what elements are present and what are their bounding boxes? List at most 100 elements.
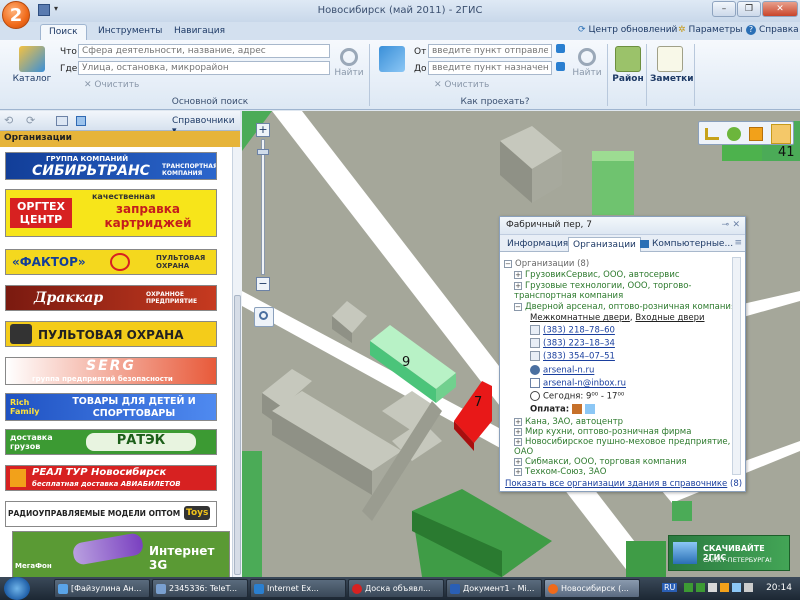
layers-icon[interactable] [749,127,763,141]
hours-row: Сегодня: 9⁰⁰ - 17⁰⁰ [530,391,624,402]
organizations-tree: − Организации (8) + ГрузовикСервис, ООО, а… [504,257,736,478]
tab-search[interactable]: Поиск [40,24,87,40]
notes-button[interactable]: Заметки [650,46,694,84]
ad-megafon[interactable]: МегаФон Интернет 3G [12,531,230,577]
clear-button[interactable]: ✕ Очистить [84,80,139,90]
zoom-handle[interactable] [257,149,269,155]
export-icon[interactable] [76,116,86,126]
route-icon-button[interactable] [376,46,408,74]
left-panel-scrollbar[interactable] [232,147,242,577]
back-icon[interactable]: ⟲ [4,114,13,127]
find-button[interactable]: Найти [334,48,364,78]
what-input[interactable] [78,44,330,58]
org-item-cont: транспортная компания [514,291,624,301]
usb-modem-icon [71,532,145,566]
map-tools [698,121,794,145]
org-item[interactable]: + Кана, ЗАО, автоцентр [514,417,623,428]
org-item[interactable]: + Грузовые технологии, ООО, торгово- [514,281,691,292]
ad-rich-family[interactable]: Rich Family ТОВАРЫ ДЛЯ ДЕТЕЙ И СПОРТТОВА… [5,393,217,421]
catalog-button[interactable]: Каталог [12,46,52,84]
zoom-slider[interactable] [261,139,265,275]
start-button[interactable] [4,577,30,600]
close-button[interactable]: ✕ [762,1,798,17]
network-icon[interactable] [732,583,741,592]
task-item[interactable]: Документ1 - Mi... [446,579,542,598]
org-item[interactable]: + ГрузовикСервис, ООО, автосервис [514,270,680,281]
category-link[interactable]: Межкомнатные двери [530,313,630,323]
factor-logo-icon [110,253,130,271]
org-item[interactable]: + Мир кухни, оптово-розничная фирма [514,427,691,438]
help-link[interactable]: ? Справка [746,25,799,35]
window-title: Новосибирск (май 2011) - 2ГИС [317,5,483,16]
close-icon[interactable]: ✕ [732,220,740,230]
print-map-icon[interactable] [771,124,791,144]
task-item[interactable]: [Файзулина Ан... [54,579,150,598]
maximize-button[interactable]: ❐ [737,1,761,17]
tab-tools[interactable]: Инструменты [90,24,170,40]
from-input[interactable] [428,44,552,58]
refresh-icon: ⟳ [578,25,586,35]
task-item-active[interactable]: Новосибирск (... [544,579,640,598]
tab-organizations[interactable]: Организации [568,237,641,252]
ad-sibirtrans[interactable]: ГРУППА КОМПАНИЙ СИБИРЬТРАНС ТРАНСПОРТНАЯ… [5,152,217,180]
where-label: Где [60,64,78,74]
task-item[interactable]: Internet Ex... [250,579,346,598]
tray-icon[interactable] [708,583,717,592]
zoom-out-button[interactable]: − [256,277,270,291]
print-icon[interactable] [56,116,68,126]
tray-icon[interactable] [720,583,729,592]
pin-icon[interactable]: ⊸ [721,220,729,230]
app-icon [58,584,68,594]
volume-icon[interactable] [744,583,753,592]
tab-computer[interactable]: Компьютерные... [636,237,737,252]
forward-icon[interactable]: ⟳ [26,114,35,127]
clock-icon [530,391,540,401]
to-input[interactable] [428,61,552,75]
pin-from-icon[interactable] [556,44,565,53]
green-zone [242,451,262,577]
opera-icon [352,584,362,594]
clock[interactable]: 20:14 [766,583,792,593]
ad-serg[interactable]: SERG группа предприятий безопасности [5,357,217,385]
tray-icon[interactable] [684,583,693,592]
popup-scrollbar[interactable] [732,257,741,475]
district-button[interactable]: Район [612,46,644,84]
task-item[interactable]: 2345336: TeleT... [152,579,248,598]
org-item[interactable]: + Техком-Союз, ЗАО [514,467,606,478]
app-logo[interactable]: 2 [2,1,30,29]
org-item[interactable]: + Новосибирское пушно-меховое предприятие… [514,437,730,448]
show-all-link[interactable]: Показать все организации здания в справо… [505,479,742,489]
district-icon [615,46,641,72]
ad-drakkar[interactable]: Драккар ОХРАННОЕ ПРЕДПРИЯТИЕ [5,285,217,311]
org-item-selected[interactable]: − Дверной арсенал, оптово-розничная компа… [514,302,736,313]
ads-list: ГРУППА КОМПАНИЙ СИБИРЬТРАНС ТРАНСПОРТНАЯ… [0,147,232,577]
route-clear-button[interactable]: ✕ Очистить [434,80,489,90]
tabs-menu-icon[interactable]: ≡ [734,238,742,248]
task-item[interactable]: Доска объявл... [348,579,444,598]
ad-real-tour[interactable]: РЕАЛ ТУР Новосибирск бесплатная доставка… [5,465,217,491]
globe-icon[interactable] [727,127,741,141]
ad-pult-ohrana[interactable]: ПУЛЬТОВАЯ ОХРАНА [5,321,217,347]
tab-navigation[interactable]: Навигация [166,24,233,40]
params-link[interactable]: ✲ Параметры [678,25,742,35]
updates-link[interactable]: ⟳ Центр обновлений [578,25,677,35]
pin-to-icon[interactable] [556,62,565,71]
promo-banner[interactable]: СКАЧИВАЙТЕ 2ГИС САНКТ-ПЕТЕРБУРГА! [668,535,790,571]
ruler-icon[interactable] [705,128,719,140]
where-input[interactable] [78,61,330,75]
ad-factor[interactable]: «ФАКТОР» ПУЛЬТОВАЯ ОХРАНА [5,249,217,275]
minimize-button[interactable]: – [712,1,736,17]
tray-icon[interactable] [696,583,705,592]
zoom-area-button[interactable] [254,307,274,327]
category-link[interactable]: Входные двери [635,313,704,323]
ad-rc-models[interactable]: РАДИОУПРАВЛЯЕМЫЕ МОДЕЛИ ОПТОМ Toys [5,501,217,527]
zoom-in-button[interactable]: + [256,123,270,137]
org-item[interactable]: + Сибмакси, ООО, торговая компания [514,457,687,468]
tab-information[interactable]: Информация [503,237,572,252]
scrollbar-thumb[interactable] [234,295,241,575]
language-indicator[interactable]: RU [662,583,678,592]
ad-orgtech[interactable]: ОРГТЕХ ЦЕНТР качественная заправка картр… [5,189,217,237]
ad-ratek[interactable]: доставка грузов РАТЭК [5,429,217,455]
tree-root[interactable]: − Организации (8) [504,259,589,270]
route-find-button[interactable]: Найти [572,48,602,78]
